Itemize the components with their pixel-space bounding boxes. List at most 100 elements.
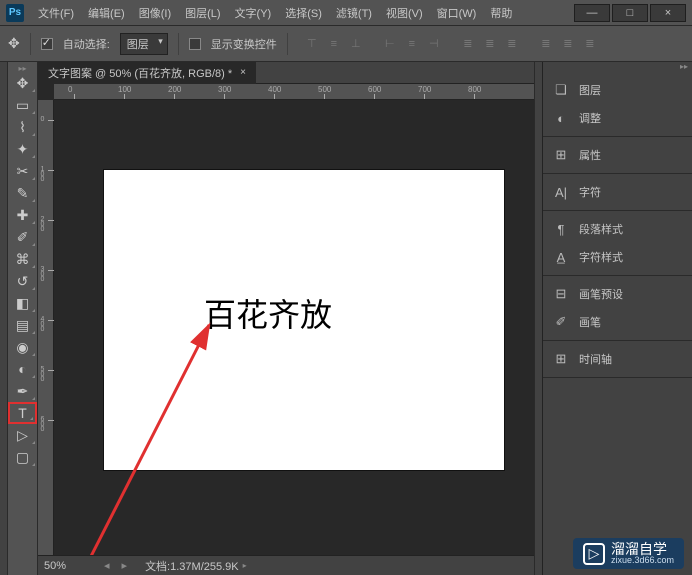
brush-tool[interactable]: ✐ xyxy=(8,226,37,248)
scroll-right-icon[interactable]: ▸ xyxy=(116,559,134,572)
align-bottom-icon[interactable]: ⊥ xyxy=(348,36,364,52)
title-bar: Ps 文件(F) 编辑(E) 图像(I) 图层(L) 文字(Y) 选择(S) 滤… xyxy=(0,0,692,26)
panel-label: 画笔 xyxy=(579,314,601,330)
toolbox: ▸▸ ✥ ▭ ⌇ ✦ ✂ ✎ ✚ ✐ ⌘ ↺ ◧ ▤ ◉ ◐ ✒ T ▷ ▢ xyxy=(8,62,38,575)
distribute-icon[interactable]: ≣ xyxy=(460,36,476,52)
panel-brush[interactable]: ✐ 画笔 xyxy=(543,308,692,336)
panel-layers[interactable]: ❏ 图层 xyxy=(543,76,692,104)
paragraph-styles-icon: ¶ xyxy=(553,221,569,237)
move-tool-icon: ✥ xyxy=(8,35,20,52)
distribute-icon[interactable]: ≣ xyxy=(482,36,498,52)
align-hcenter-icon[interactable]: ≡ xyxy=(404,36,420,52)
left-dock-strip xyxy=(0,62,8,575)
menu-view[interactable]: 视图(V) xyxy=(380,3,429,23)
panels-column: ▸▸ ❏ 图层 ◐ 调整 ⊞ 属性 A| 字符 ¶ xyxy=(542,62,692,575)
history-brush-tool[interactable]: ↺ xyxy=(8,270,37,292)
menu-file[interactable]: 文件(F) xyxy=(32,3,80,23)
align-right-icon[interactable]: ⊣ xyxy=(426,36,442,52)
panel-brush-presets[interactable]: ⊟ 画笔预设 xyxy=(543,280,692,308)
lasso-tool[interactable]: ⌇ xyxy=(8,116,37,138)
menu-image[interactable]: 图像(I) xyxy=(133,3,177,23)
panel-paragraph-styles[interactable]: ¶ 段落样式 xyxy=(543,215,692,243)
align-left-icon[interactable]: ⊢ xyxy=(382,36,398,52)
menu-help[interactable]: 帮助 xyxy=(484,3,518,23)
align-top-icon[interactable]: ⊤ xyxy=(304,36,320,52)
show-transform-checkbox[interactable] xyxy=(189,38,201,50)
right-dock-strip xyxy=(534,62,542,575)
maximize-button[interactable]: □ xyxy=(612,4,648,22)
distribute-icon[interactable]: ≣ xyxy=(538,36,554,52)
window-controls: — □ × xyxy=(572,4,686,22)
distribute-icon[interactable]: ≣ xyxy=(504,36,520,52)
toolbox-grip[interactable]: ▸▸ xyxy=(8,64,37,72)
canvas-viewport[interactable]: 百花齐放 xyxy=(54,100,534,555)
panel-label: 调整 xyxy=(579,110,601,126)
panel-collapse-grip[interactable]: ▸▸ xyxy=(543,62,692,72)
menu-type[interactable]: 文字(Y) xyxy=(229,3,278,23)
panel-character[interactable]: A| 字符 xyxy=(543,178,692,206)
panel-label: 画笔预设 xyxy=(579,286,623,302)
document-info: 文档:1.37M/255.9K xyxy=(133,558,239,574)
scroll-left-icon[interactable]: ◂ xyxy=(98,559,116,572)
vertical-ruler: 0100200300400500600 xyxy=(38,100,54,555)
document-tab[interactable]: 文字图案 @ 50% (百花齐放, RGB/8) * × xyxy=(38,62,256,84)
panel-label: 属性 xyxy=(579,147,601,163)
minimize-button[interactable]: — xyxy=(574,4,610,22)
eyedropper-tool[interactable]: ✎ xyxy=(8,182,37,204)
canvas-text-layer[interactable]: 百花齐放 xyxy=(204,290,332,336)
character-icon: A| xyxy=(553,184,569,200)
panel-adjustments[interactable]: ◐ 调整 xyxy=(543,104,692,132)
blur-tool[interactable]: ◉ xyxy=(8,336,37,358)
show-transform-label: 显示变换控件 xyxy=(211,36,277,52)
align-icons-group: ⊤ ≡ ⊥ ⊢ ≡ ⊣ ≣ ≣ ≣ ≣ ≣ ≣ xyxy=(304,36,598,52)
menu-window[interactable]: 窗口(W) xyxy=(431,3,483,23)
panel-timeline[interactable]: ⊞ 时间轴 xyxy=(543,345,692,373)
watermark: ▷ 溜溜自学 zixue.3d66.com xyxy=(573,538,684,569)
gradient-tool[interactable]: ▤ xyxy=(8,314,37,336)
marquee-tool[interactable]: ▭ xyxy=(8,94,37,116)
panel-properties[interactable]: ⊞ 属性 xyxy=(543,141,692,169)
panel-label: 时间轴 xyxy=(579,351,612,367)
auto-select-target-dropdown[interactable]: 图层 xyxy=(120,33,168,55)
align-vcenter-icon[interactable]: ≡ xyxy=(326,36,342,52)
document-area: 文字图案 @ 50% (百花齐放, RGB/8) * × 01002003004… xyxy=(38,62,534,575)
type-tool[interactable]: T xyxy=(8,402,37,424)
panel-character-styles[interactable]: A̲ 字符样式 xyxy=(543,243,692,271)
menu-select[interactable]: 选择(S) xyxy=(279,3,328,23)
divider xyxy=(30,33,31,55)
distribute-icon[interactable]: ≣ xyxy=(560,36,576,52)
options-bar: ✥ 自动选择: 图层 显示变换控件 ⊤ ≡ ⊥ ⊢ ≡ ⊣ ≣ ≣ ≣ ≣ ≣ … xyxy=(0,26,692,62)
watermark-sub: zixue.3d66.com xyxy=(611,556,674,565)
clone-stamp-tool[interactable]: ⌘ xyxy=(8,248,37,270)
eraser-tool[interactable]: ◧ xyxy=(8,292,37,314)
close-button[interactable]: × xyxy=(650,4,686,22)
auto-select-checkbox[interactable] xyxy=(41,38,53,50)
play-icon: ▷ xyxy=(583,543,605,565)
annotation-arrow xyxy=(84,300,324,555)
healing-brush-tool[interactable]: ✚ xyxy=(8,204,37,226)
menu-bar: 文件(F) 编辑(E) 图像(I) 图层(L) 文字(Y) 选择(S) 滤镜(T… xyxy=(32,3,518,23)
menu-filter[interactable]: 滤镜(T) xyxy=(330,3,378,23)
distribute-icon[interactable]: ≣ xyxy=(582,36,598,52)
canvas[interactable]: 百花齐放 xyxy=(104,170,504,470)
brush-presets-icon: ⊟ xyxy=(553,286,569,302)
path-selection-tool[interactable]: ▷ xyxy=(8,424,37,446)
document-tab-title: 文字图案 @ 50% (百花齐放, RGB/8) * xyxy=(48,65,232,81)
dodge-tool[interactable]: ◐ xyxy=(8,358,37,380)
panel-label: 字符样式 xyxy=(579,249,623,265)
move-tool[interactable]: ✥ xyxy=(8,72,37,94)
menu-edit[interactable]: 编辑(E) xyxy=(82,3,131,23)
zoom-level[interactable]: 50% xyxy=(38,560,98,572)
crop-tool[interactable]: ✂ xyxy=(8,160,37,182)
panel-label: 图层 xyxy=(579,82,601,98)
brush-icon: ✐ xyxy=(553,314,569,330)
pen-tool[interactable]: ✒ xyxy=(8,380,37,402)
info-menu-icon[interactable]: ▸ xyxy=(243,561,247,570)
tab-close-icon[interactable]: × xyxy=(240,67,246,78)
rectangle-tool[interactable]: ▢ xyxy=(8,446,37,468)
character-styles-icon: A̲ xyxy=(553,249,569,265)
menu-layer[interactable]: 图层(L) xyxy=(179,3,226,23)
layers-icon: ❏ xyxy=(553,82,569,98)
adjustments-icon: ◐ xyxy=(553,110,569,126)
magic-wand-tool[interactable]: ✦ xyxy=(8,138,37,160)
